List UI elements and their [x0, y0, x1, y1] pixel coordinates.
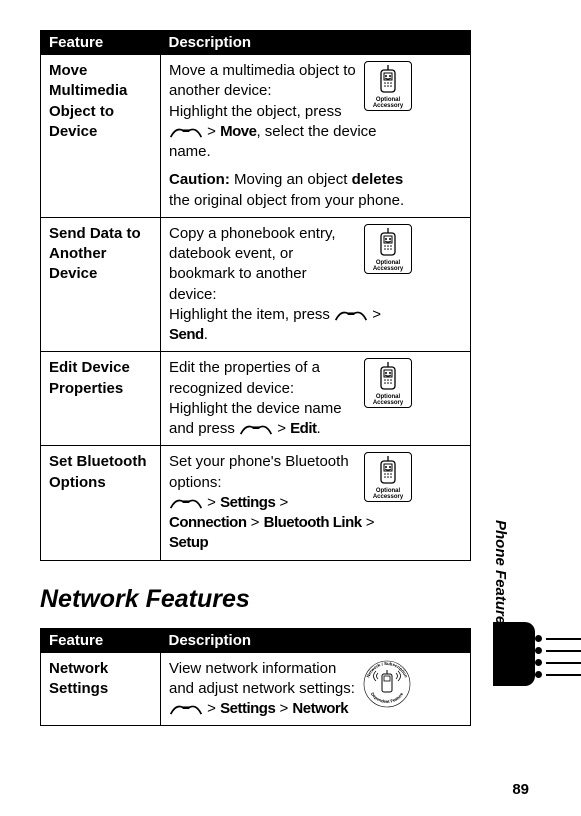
col-header-description: Description: [161, 31, 471, 55]
desc-text: Edit the properties of a recognized devi…: [169, 359, 320, 396]
gt: >: [366, 514, 375, 531]
side-tab-label: Phone Features: [492, 520, 509, 633]
optional-accessory-badge: Optional Accessory: [364, 61, 412, 111]
feature-cell: Set Bluetooth Options: [41, 446, 161, 560]
network-features-table: Feature Description Network Settings Net…: [40, 628, 471, 727]
phone-accessory-icon: [374, 361, 402, 391]
network-subscription-icon: Network / Subscription Dependent Feature: [362, 659, 412, 709]
menu-key-icon: [239, 422, 273, 436]
table-row: Edit Device Properties Optional Accessor…: [41, 352, 471, 446]
gt: >: [251, 514, 260, 531]
badge-text-bottom: Dependent Feature: [370, 690, 405, 703]
description-cell: Optional Accessory Set your phone's Blue…: [161, 446, 471, 560]
menu-item: Send: [169, 326, 204, 343]
side-decoration: [535, 630, 581, 683]
menu-key-icon: [169, 702, 203, 716]
menu-item: Settings: [220, 700, 275, 717]
feature-cell: Edit Device Properties: [41, 352, 161, 446]
menu-item: Setup: [169, 534, 208, 551]
svg-text:Dependent Feature: Dependent Feature: [370, 690, 405, 703]
side-tab-shape: [493, 622, 535, 686]
desc-text: the original object from your phone.: [169, 192, 404, 209]
section-heading-network: Network Features: [40, 585, 471, 614]
phone-accessory-icon: [374, 455, 402, 485]
table-row: Network Settings Network / Subscription …: [41, 652, 471, 726]
menu-key-icon: [169, 496, 203, 510]
gt: >: [207, 700, 216, 717]
gt: >: [279, 494, 288, 511]
desc-text: Highlight the item, press: [169, 306, 334, 323]
optional-accessory-badge: Optional Accessory: [364, 224, 412, 274]
desc-text: .: [317, 420, 321, 437]
emphasis: deletes: [352, 171, 404, 188]
desc-text: Set your phone's Bluetooth options:: [169, 453, 349, 490]
page-number: 89: [512, 781, 529, 798]
desc-text: Moving an object: [230, 171, 352, 188]
col-header-description: Description: [161, 628, 471, 652]
badge-label: Optional Accessory: [366, 97, 410, 109]
desc-text: View network information and adjust netw…: [169, 660, 355, 697]
desc-text: Move a multimedia object to another devi…: [169, 62, 356, 99]
col-header-feature: Feature: [41, 628, 161, 652]
gt: >: [207, 123, 216, 140]
menu-item: Connection: [169, 514, 247, 531]
menu-item: Bluetooth Link: [264, 514, 362, 531]
optional-accessory-badge: Optional Accessory: [364, 452, 412, 502]
desc-text: Copy a phonebook entry, datebook event, …: [169, 225, 336, 303]
gt: >: [279, 700, 288, 717]
desc-text: Highlight the object, press: [169, 103, 342, 120]
optional-accessory-badge: Optional Accessory: [364, 358, 412, 408]
menu-item: Network: [292, 700, 348, 717]
menu-item: Move: [220, 123, 256, 140]
badge-label: Optional Accessory: [366, 394, 410, 406]
network-dependent-badge: Network / Subscription Dependent Feature: [362, 659, 412, 709]
feature-cell: Send Data to Another Device: [41, 217, 161, 352]
feature-cell: Move Multimedia Object to Device: [41, 55, 161, 218]
phone-accessory-icon: [374, 64, 402, 94]
phone-accessory-icon: [374, 227, 402, 257]
menu-key-icon: [169, 125, 203, 139]
description-cell: Optional Accessory Edit the properties o…: [161, 352, 471, 446]
table-row: Set Bluetooth Options Optional Accessory…: [41, 446, 471, 560]
feature-cell: Network Settings: [41, 652, 161, 726]
menu-item: Edit: [290, 420, 316, 437]
desc-text: .: [204, 326, 208, 343]
table-row: Send Data to Another Device Optional Acc…: [41, 217, 471, 352]
description-cell: Network / Subscription Dependent Feature…: [161, 652, 471, 726]
caution-label: Caution:: [169, 171, 230, 188]
phone-features-table: Feature Description Move Multimedia Obje…: [40, 30, 471, 561]
badge-label: Optional Accessory: [366, 488, 410, 500]
gt: >: [207, 494, 216, 511]
badge-label: Optional Accessory: [366, 260, 410, 272]
menu-key-icon: [334, 308, 368, 322]
description-cell: Optional Accessory Move a multimedia obj…: [161, 55, 471, 218]
menu-item: Settings: [220, 494, 275, 511]
gt: >: [277, 420, 286, 437]
table-row: Move Multimedia Object to Device Optiona…: [41, 55, 471, 218]
description-cell: Optional Accessory Copy a phonebook entr…: [161, 217, 471, 352]
col-header-feature: Feature: [41, 31, 161, 55]
gt: >: [372, 306, 381, 323]
